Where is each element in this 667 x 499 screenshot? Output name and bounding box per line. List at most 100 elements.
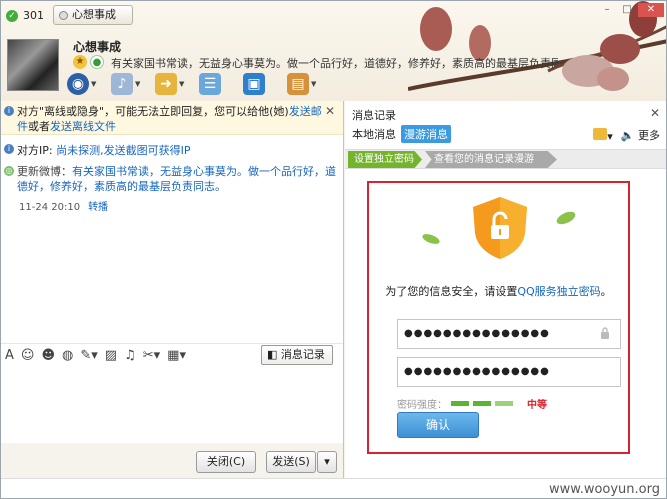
magic-face-icon[interactable]: ☻ bbox=[41, 348, 55, 363]
chat-area: i 对方"离线或隐身"，可能无法立即回复，您可以给他(她)发送邮件或者发送离线文… bbox=[1, 101, 344, 478]
screenshot-icon[interactable]: ✂▾ bbox=[143, 348, 160, 363]
send-options-button[interactable]: ▾ bbox=[317, 451, 337, 473]
send-file-button[interactable]: ➜ ▼ bbox=[155, 71, 193, 97]
signature-text: 有关家国书常读，无益身心事莫为。做一个品行好，道德好，修养好，素质高的最基层负责… bbox=[111, 57, 558, 70]
chat-window: ✓ 301 心想事成 – □ ✕ 心想事成 ★ ● 有关家国书常读，无益身心事莫… bbox=[0, 0, 667, 499]
export-icon bbox=[593, 127, 608, 140]
message-input[interactable] bbox=[1, 369, 343, 443]
tab-local-messages[interactable]: 本地消息 bbox=[349, 125, 399, 143]
nickname-pill[interactable]: 心想事成 bbox=[53, 5, 133, 25]
watermark: www.wooyun.org bbox=[548, 482, 660, 497]
step-set-password: 设置独立密码 bbox=[348, 151, 422, 168]
strength-bar bbox=[451, 401, 469, 406]
notice-text: 对方"离线或隐身"，可能无法立即回复，您可以给他(她) bbox=[17, 105, 289, 118]
info-icon: i bbox=[4, 144, 14, 154]
apps-icon: ▤ bbox=[287, 73, 309, 95]
microphone-icon: ♪ bbox=[111, 73, 133, 95]
panel-tabs: 本地消息 漫游消息 bbox=[349, 125, 451, 143]
lock-icon bbox=[601, 327, 609, 339]
avatar[interactable] bbox=[7, 39, 59, 91]
discussion-icon: ☰ bbox=[199, 73, 221, 95]
chevron-down-icon: ▼ bbox=[91, 80, 97, 88]
password-strength: 密码强度： 中等 bbox=[397, 396, 547, 411]
prompt-prefix: 为了您的信息安全，请设置 bbox=[385, 285, 518, 298]
qq-number: 301 bbox=[23, 9, 44, 22]
setup-steps: 设置独立密码 查看您的消息记录漫游 bbox=[345, 149, 666, 169]
timestamp: 11-24 20:10 bbox=[19, 202, 81, 213]
status-dot-icon bbox=[59, 11, 68, 20]
music-icon[interactable]: ♫ bbox=[124, 348, 136, 363]
notice-or: 或者 bbox=[28, 120, 50, 133]
folder-icon: ➜ bbox=[155, 73, 177, 95]
send-offline-file-link[interactable]: 发送离线文件 bbox=[50, 120, 116, 133]
ip-detect-link[interactable]: 尚未探测,发送截图可获得IP bbox=[56, 144, 190, 157]
password-prompt: 为了您的信息安全，请设置QQ服务独立密码。 bbox=[369, 283, 628, 299]
more-button[interactable]: 🔈 更多 bbox=[621, 127, 660, 143]
history-label: 消息记录 bbox=[280, 348, 325, 361]
tab-roaming-messages[interactable]: 漫游消息 bbox=[401, 125, 451, 143]
remote-assist-button[interactable]: ▣ bbox=[243, 71, 281, 97]
apps-button[interactable]: ▤ ▼ bbox=[287, 71, 325, 97]
chevron-down-icon: ▼ bbox=[311, 80, 317, 88]
toolbar: ◉ ▼ ♪ ▼ ➜ ▼ ☰ ▣ ▤ ▼ bbox=[67, 71, 325, 97]
weibo-meta: 11-24 20:10 转播 bbox=[19, 198, 108, 213]
window-controls: – □ ✕ bbox=[598, 3, 664, 17]
history-icon: ◧ bbox=[267, 348, 281, 361]
weibo-update-icon: ◎ bbox=[4, 166, 14, 176]
chevron-down-icon: ▼ bbox=[135, 80, 141, 88]
ip-prefix: 对方IP: bbox=[17, 144, 57, 157]
ip-line: 对方IP: 尚未探测,发送截图可获得IP bbox=[17, 142, 190, 158]
chevron-down-icon: ▼ bbox=[179, 80, 185, 88]
close-notice-icon[interactable]: ✕ bbox=[325, 104, 335, 119]
create-discussion-button[interactable]: ☰ bbox=[199, 71, 237, 97]
strength-value: 中等 bbox=[527, 400, 547, 411]
online-status-icon[interactable]: ✓ bbox=[6, 10, 18, 22]
password-value: ●●●●●●●●●●●●●●● bbox=[404, 328, 550, 339]
shake-icon[interactable]: ◍ bbox=[62, 348, 73, 363]
monitor-icon: ▣ bbox=[243, 73, 265, 95]
send-row: 关闭(C) 发送(S) ▾ bbox=[1, 443, 343, 478]
confirm-password-field[interactable]: ●●●●●●●●●●●●●●● bbox=[397, 357, 621, 387]
password-field[interactable]: ●●●●●●●●●●●●●●● bbox=[397, 319, 621, 349]
weibo-update: 更新微博：有关家国书常读，无益身心事莫为。做一个品行好，道德好，修养好，素质高的… bbox=[17, 164, 337, 194]
close-button[interactable]: 关闭(C) bbox=[196, 451, 256, 473]
export-button[interactable]: ▾ bbox=[593, 127, 613, 143]
step-view-roaming: 查看您的消息记录漫游 bbox=[425, 151, 557, 168]
weibo-prefix: 更新微博： bbox=[17, 165, 72, 178]
minimize-icon[interactable]: – bbox=[598, 3, 616, 17]
offline-notice: i 对方"离线或隐身"，可能无法立即回复，您可以给他(她)发送邮件或者发送离线文… bbox=[1, 101, 343, 135]
leaf-icon bbox=[422, 234, 440, 244]
strength-bar bbox=[473, 401, 491, 406]
panel-title: 消息记录 bbox=[352, 109, 396, 122]
send-button[interactable]: 发送(S) bbox=[266, 451, 316, 473]
voice-call-button[interactable]: ♪ ▼ bbox=[111, 71, 149, 97]
password-setup-box: 为了您的信息安全，请设置QQ服务独立密码。 ●●●●●●●●●●●●●●● ●●… bbox=[367, 181, 630, 454]
window-header: ✓ 301 心想事成 – □ ✕ 心想事成 ★ ● 有关家国书常读，无益身心事莫… bbox=[1, 1, 666, 101]
shield-lock-icon bbox=[473, 197, 527, 259]
prompt-suffix: 。 bbox=[600, 285, 612, 298]
message-history-button[interactable]: ◧ 消息记录 ▾ bbox=[261, 345, 333, 379]
forward-link[interactable]: 转播 bbox=[88, 202, 108, 213]
emoji-icon[interactable]: ☺ bbox=[21, 348, 35, 363]
panel-actions: ▾ 🔈 更多 bbox=[593, 127, 660, 143]
maximize-icon[interactable]: □ bbox=[618, 3, 636, 17]
strength-bar bbox=[495, 401, 513, 406]
calendar-icon[interactable]: ▦▾ bbox=[167, 348, 186, 363]
image-icon[interactable]: ▨ bbox=[105, 348, 117, 363]
video-call-button[interactable]: ◉ ▼ bbox=[67, 71, 105, 97]
more-label: 更多 bbox=[638, 129, 660, 142]
font-icon[interactable]: A bbox=[5, 348, 14, 363]
doodle-icon[interactable]: ✎▾ bbox=[80, 348, 97, 363]
message-history-panel: 消息记录 ✕ 本地消息 漫游消息 ▾ 🔈 更多 设置独立密码 查看您的消息记录漫… bbox=[345, 101, 666, 478]
nickname-label: 心想事成 bbox=[72, 8, 116, 21]
strength-label: 密码强度： bbox=[397, 400, 447, 411]
leaf-icon bbox=[556, 211, 576, 225]
confirm-button[interactable]: 确认 bbox=[397, 412, 479, 438]
confirm-password-value: ●●●●●●●●●●●●●●● bbox=[404, 366, 550, 377]
close-panel-icon[interactable]: ✕ bbox=[650, 106, 660, 120]
camera-icon: ◉ bbox=[67, 73, 89, 95]
speaker-icon: 🔈 bbox=[620, 129, 635, 142]
service-password-link[interactable]: QQ服务独立密码 bbox=[517, 285, 600, 298]
close-window-icon[interactable]: ✕ bbox=[638, 3, 664, 17]
contact-name: 心想事成 bbox=[73, 40, 122, 54]
